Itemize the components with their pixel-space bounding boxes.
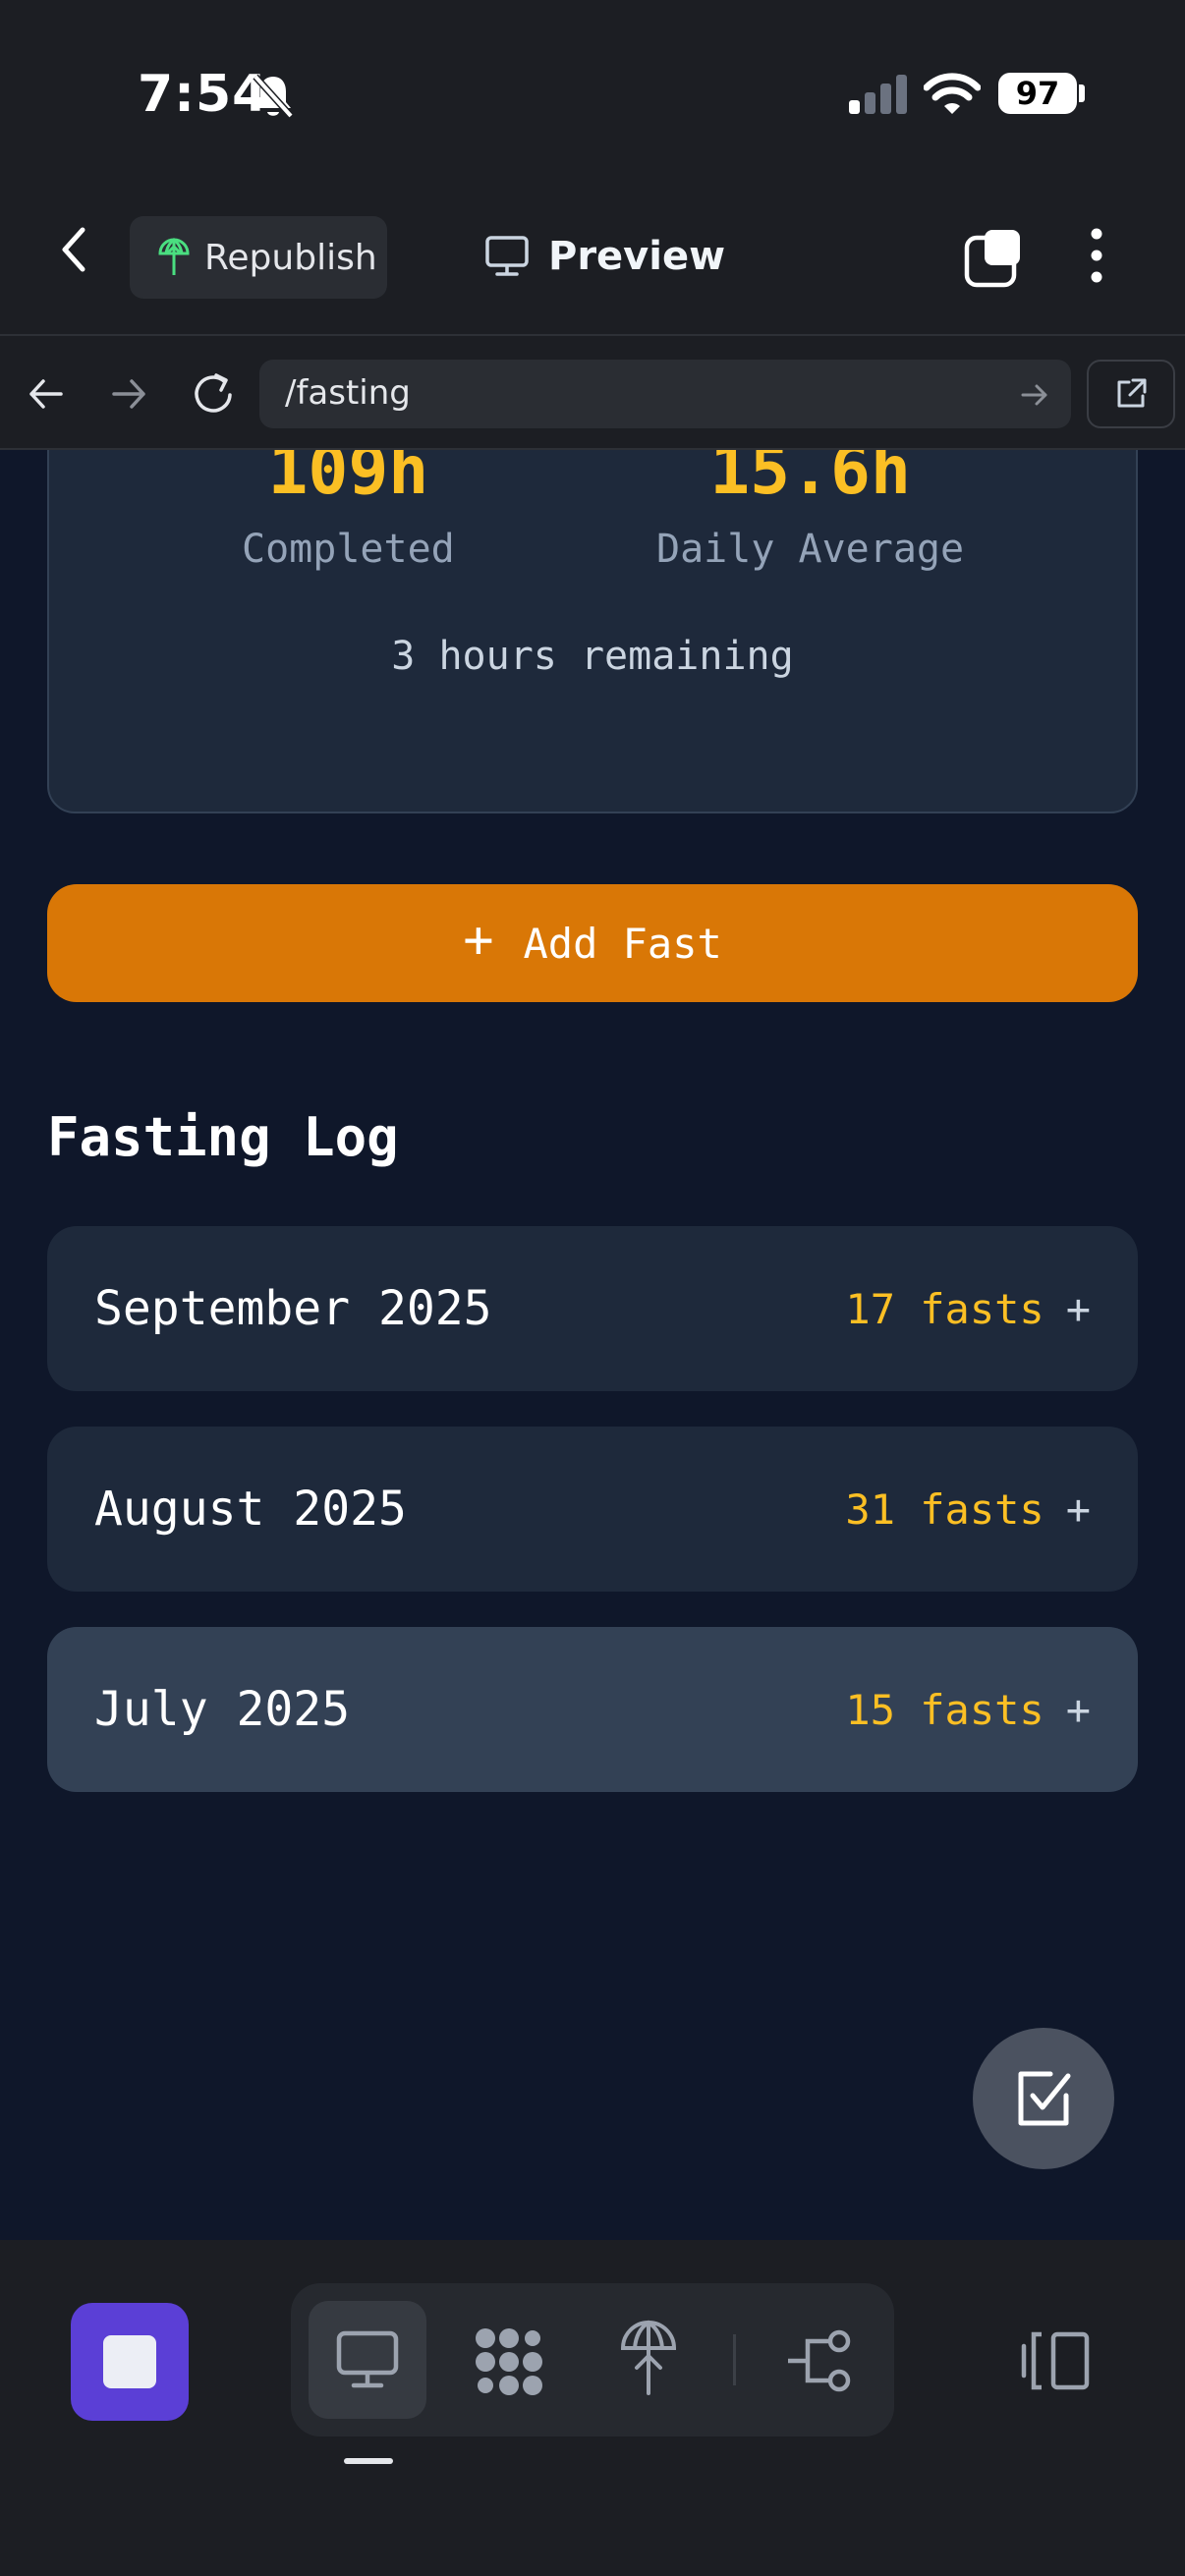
month-count: 15 fasts + [845, 1686, 1091, 1734]
republish-icon [158, 238, 190, 275]
fasting-log-title: Fasting Log [47, 1106, 399, 1168]
app-header: 7:54 97 Republish Preview [0, 0, 1185, 334]
workflow-icon[interactable] [786, 2328, 855, 2393]
arrow-left-icon[interactable] [26, 373, 67, 415]
status-time: 7:54 [138, 65, 269, 124]
month-name: August 2025 [94, 1482, 407, 1537]
preview-label: Preview [548, 234, 726, 279]
preview-tab[interactable]: Preview [485, 234, 725, 279]
month-name: September 2025 [94, 1281, 492, 1336]
panel-icon[interactable] [1020, 2330, 1091, 2391]
plus-icon: + [463, 911, 494, 970]
bottom-toolbar [0, 2240, 1185, 2576]
fast-count: 31 fasts [845, 1484, 1044, 1534]
expand-icon[interactable]: + [1066, 1686, 1091, 1734]
signal-icon [849, 75, 907, 114]
arrow-right-icon[interactable] [1020, 381, 1049, 409]
page-content[interactable]: 109h Completed 15.6h Daily Average 3 hou… [0, 450, 1185, 2240]
stat-completed: 109h Completed [242, 450, 455, 572]
month-row-july[interactable]: July 2025 15 fasts + [47, 1627, 1138, 1792]
stop-icon [103, 2335, 156, 2388]
url-text: /fasting [285, 373, 411, 413]
month-name: July 2025 [94, 1682, 351, 1737]
dots-grid-icon[interactable] [472, 2324, 546, 2399]
average-label: Daily Average [656, 527, 965, 572]
task-fab-button[interactable] [973, 2028, 1114, 2169]
checkbox-icon [1018, 2071, 1071, 2126]
average-value: 15.6h [709, 450, 911, 510]
url-bar[interactable]: /fasting [259, 360, 1071, 428]
stat-daily-average: 15.6h Daily Average [656, 450, 964, 572]
month-row-september[interactable]: September 2025 17 fasts + [47, 1226, 1138, 1391]
arrow-right-icon[interactable] [108, 373, 149, 415]
tabs-icon[interactable] [963, 228, 1024, 289]
completed-label: Completed [242, 527, 455, 572]
tool-group [291, 2283, 894, 2436]
wifi-icon [924, 73, 981, 114]
desktop-icon [336, 2330, 399, 2388]
expand-icon[interactable]: + [1066, 1285, 1091, 1333]
chevron-left-icon[interactable] [57, 226, 90, 273]
toolbar-divider [733, 2334, 736, 2385]
stats-card: 109h Completed 15.6h Daily Average 3 hou… [47, 450, 1138, 813]
deploy-icon[interactable] [619, 2319, 678, 2397]
desktop-tool-button[interactable] [309, 2301, 426, 2419]
battery-icon: 97 [998, 73, 1077, 114]
external-link-icon [1117, 378, 1147, 408]
more-vertical-icon[interactable] [1081, 226, 1112, 285]
bell-slash-icon [253, 74, 294, 119]
reload-icon[interactable] [191, 369, 236, 417]
add-fast-label: Add Fast [523, 919, 722, 968]
republish-label: Republish [204, 237, 377, 278]
republish-button[interactable]: Republish [130, 216, 387, 299]
month-count: 17 fasts + [845, 1285, 1091, 1333]
battery-tip [1079, 84, 1085, 102]
open-external-button[interactable] [1087, 360, 1175, 428]
active-tab-indicator [344, 2458, 393, 2464]
month-count: 31 fasts + [845, 1485, 1091, 1534]
stop-button[interactable] [71, 2303, 189, 2421]
completed-value: 109h [267, 450, 429, 510]
month-row-august[interactable]: August 2025 31 fasts + [47, 1427, 1138, 1592]
fast-count: 17 fasts [845, 1284, 1044, 1333]
monitor-icon [485, 236, 529, 276]
add-fast-button[interactable]: + Add Fast [47, 884, 1138, 1002]
fast-count: 15 fasts [845, 1685, 1044, 1734]
expand-icon[interactable]: + [1066, 1485, 1091, 1534]
remaining-text: 3 hours remaining [391, 634, 794, 679]
